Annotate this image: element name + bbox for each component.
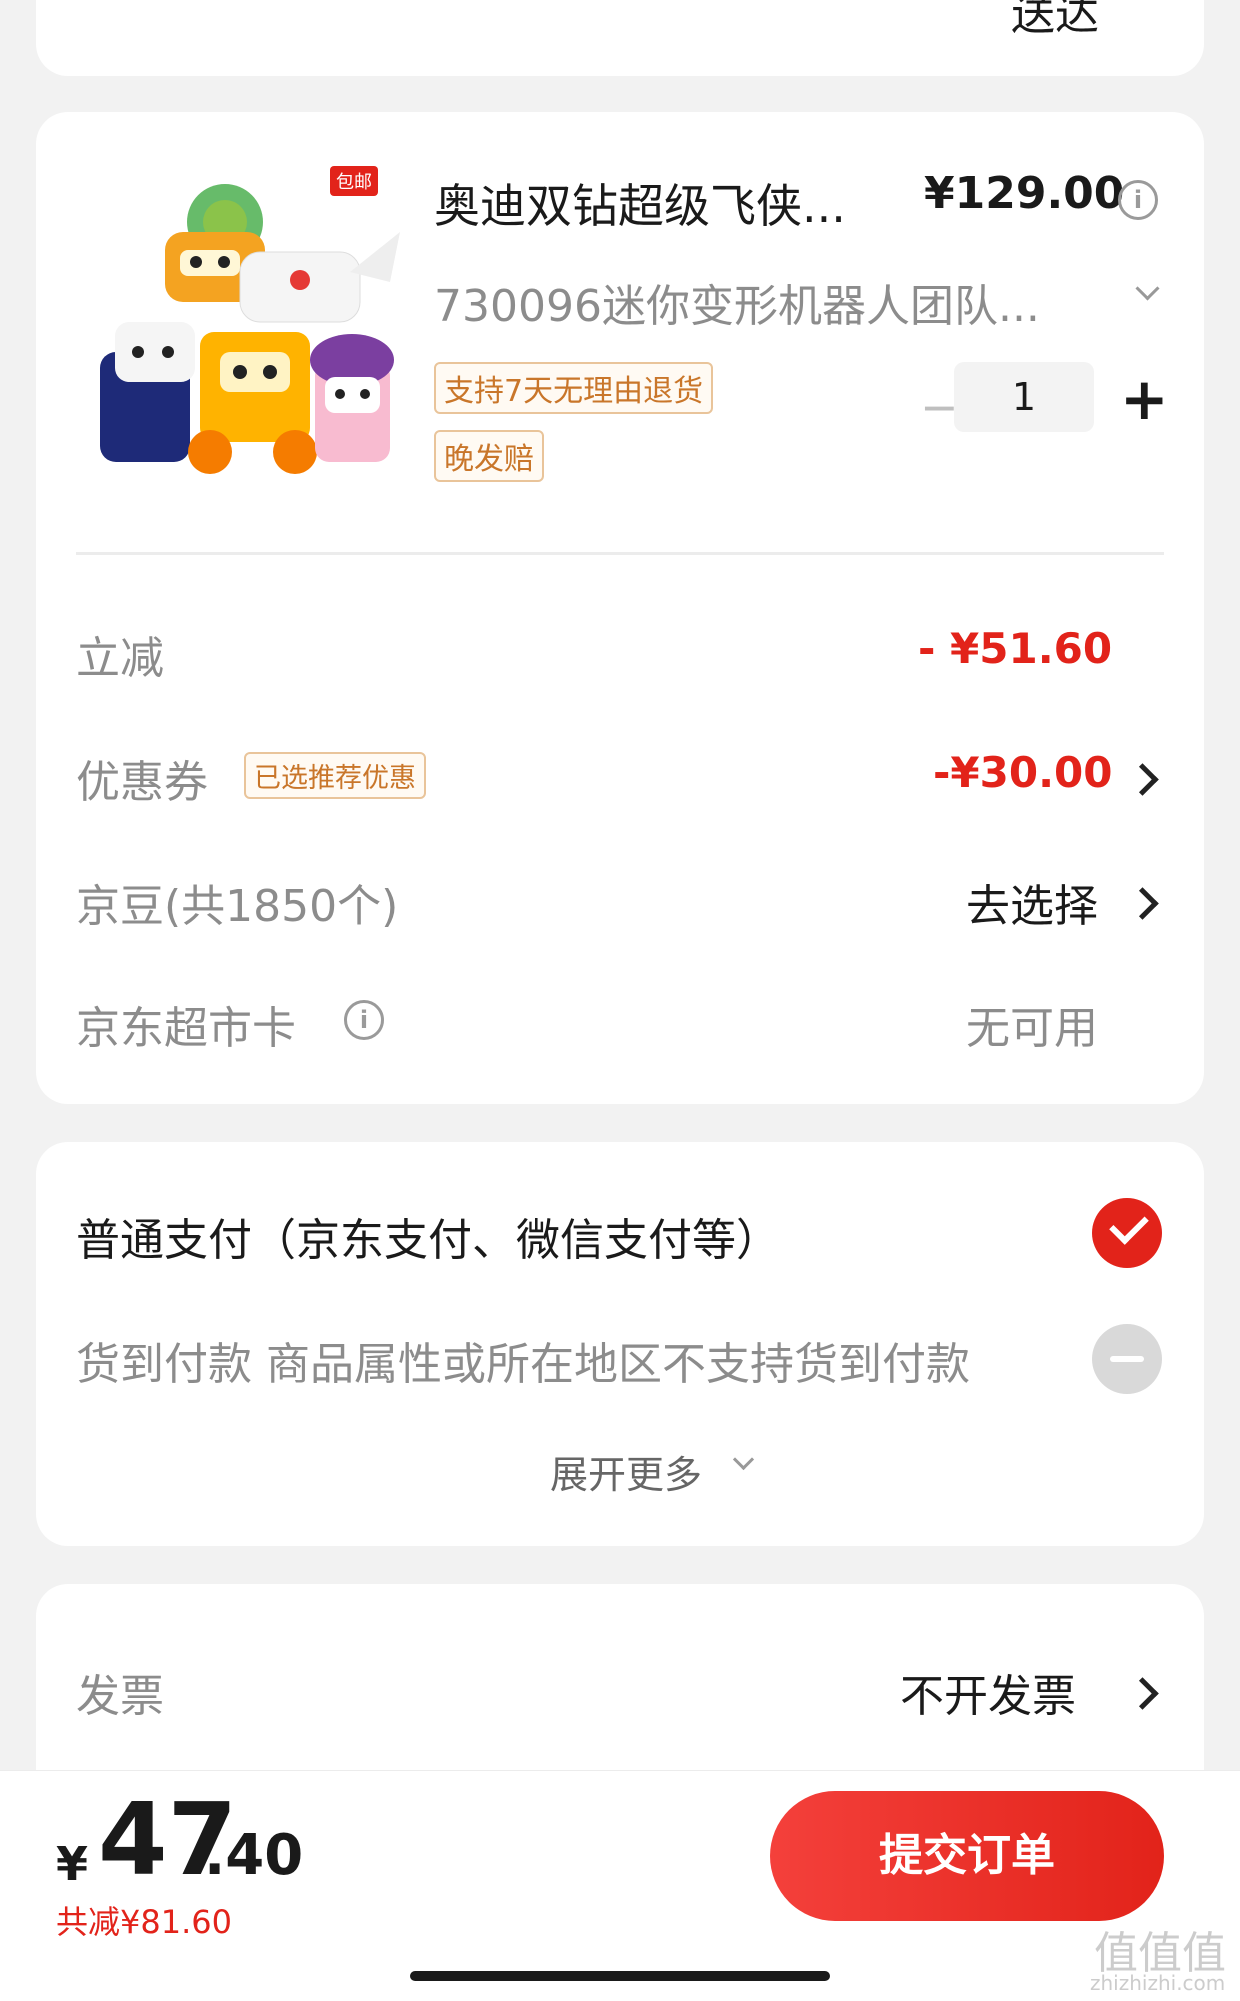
cod-payment-label: 货到付款 商品属性或所在地区不支持货到付款 — [76, 1339, 970, 1390]
price-info-icon[interactable]: i — [1118, 180, 1158, 220]
product-image[interactable] — [80, 162, 420, 482]
total-price-decimal: .40 — [204, 1823, 304, 1888]
supermarket-card-value: 无可用 — [966, 1003, 1098, 1054]
quantity-minus-button[interactable]: − — [920, 380, 959, 434]
supermarket-card-info-icon[interactable]: i — [344, 1000, 384, 1040]
previous-card: 送达 — [36, 0, 1204, 76]
normal-payment-label: 普通支付（京东支付、微信支付等） — [76, 1215, 780, 1266]
product-title[interactable]: 奥迪双钻超级飞侠... — [434, 170, 846, 236]
order-card: 包邮 奥迪双钻超级飞侠... ¥129.00 i 730096迷你变形机器人团队… — [36, 112, 1204, 1104]
home-indicator — [410, 1971, 830, 1981]
submit-order-button[interactable]: 提交订单 — [770, 1791, 1164, 1921]
jd-beans-chevron-icon — [1126, 887, 1159, 920]
bottom-bar: ¥ 47 .40 共减¥81.60 提交订单 值值值 zhizhizhi.com — [0, 1770, 1240, 2001]
instant-discount-label: 立减 — [76, 633, 164, 684]
delivery-text: 送达 — [1011, 0, 1099, 40]
jd-beans-value: 去选择 — [966, 881, 1098, 932]
payment-card: 普通支付（京东支付、微信支付等） 货到付款 商品属性或所在地区不支持货到付款 展… — [36, 1142, 1204, 1546]
disabled-option-icon — [1092, 1324, 1162, 1394]
late-delivery-tag: 晚发赔 — [434, 430, 544, 482]
quantity-plus-button[interactable]: + — [1120, 370, 1169, 428]
quantity-field[interactable]: 1 — [954, 362, 1094, 432]
free-shipping-badge: 包邮 — [330, 166, 378, 196]
coupon-recommended-tag: 已选推荐优惠 — [244, 752, 426, 799]
coupon-chevron-icon — [1126, 763, 1159, 796]
divider — [76, 552, 1164, 555]
product-spec[interactable]: 730096迷你变形机器人团队... — [434, 270, 1040, 334]
coupon-value: -¥30.00 — [933, 748, 1113, 797]
submit-order-label: 提交订单 — [879, 1830, 1055, 1881]
invoice-label: 发票 — [76, 1671, 164, 1722]
watermark-url: zhizhizhi.com — [1090, 1971, 1226, 1995]
total-saved: 共减¥81.60 — [56, 1903, 232, 1941]
jd-beans-label: 京豆(共1850个) — [76, 881, 399, 932]
invoice-value: 不开发票 — [900, 1671, 1076, 1722]
invoice-chevron-icon — [1126, 1677, 1159, 1710]
product-price: ¥129.00 — [924, 168, 1125, 219]
toy-robots-image — [100, 184, 400, 474]
expand-more-label: 展开更多 — [550, 1453, 703, 1497]
instant-discount-value: - ¥51.60 — [918, 624, 1113, 673]
expand-chevron-down-icon — [732, 1448, 755, 1471]
return-policy-tag: 支持7天无理由退货 — [434, 362, 714, 414]
selected-check-icon[interactable] — [1092, 1198, 1162, 1268]
supermarket-card-label: 京东超市卡 — [76, 1003, 296, 1054]
coupon-label: 优惠券 — [76, 757, 208, 808]
total-currency: ¥ — [56, 1837, 89, 1891]
spec-chevron-down-icon[interactable] — [1135, 276, 1160, 301]
